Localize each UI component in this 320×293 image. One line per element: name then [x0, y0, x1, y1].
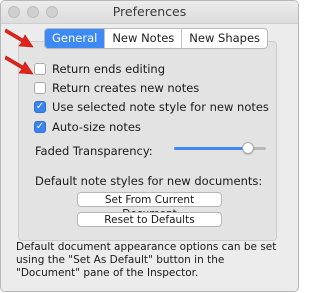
preferences-tab-bar: General New Notes New Shapes — [44, 28, 269, 49]
option-label: Auto-size notes — [52, 120, 141, 134]
option-auto-size-notes[interactable]: ✓ Auto-size notes — [34, 119, 141, 135]
annotation-arrow-icon — [4, 55, 34, 75]
title-bar: Preferences — [1, 1, 298, 24]
slider-knob[interactable] — [241, 142, 254, 154]
auto-size-notes-checkbox[interactable]: ✓ — [34, 121, 46, 133]
footer-help-text: Default document appearance options can … — [16, 241, 277, 279]
slider-fill — [174, 147, 248, 150]
window-title: Preferences — [112, 4, 187, 19]
preferences-window: Preferences General New Notes New Shapes… — [0, 0, 299, 292]
reset-to-defaults-button[interactable]: Reset to Defaults — [77, 212, 222, 227]
option-use-selected-note-style[interactable]: ✓ Use selected note style for new notes — [34, 99, 269, 115]
option-label: Return ends editing — [52, 62, 165, 76]
tab-new-shapes[interactable]: New Shapes — [182, 29, 267, 48]
return-creates-new-notes-checkbox[interactable] — [34, 82, 46, 94]
option-return-ends-editing[interactable]: Return ends editing — [34, 61, 165, 77]
tab-new-notes[interactable]: New Notes — [105, 29, 183, 48]
option-return-creates-new-notes[interactable]: Return creates new notes — [34, 80, 199, 96]
option-label: Return creates new notes — [52, 81, 200, 95]
tab-general[interactable]: General — [45, 29, 106, 48]
use-selected-note-style-checkbox[interactable]: ✓ — [34, 101, 46, 113]
faded-transparency-slider[interactable] — [174, 142, 266, 154]
default-styles-heading: Default note styles for new documents: — [35, 174, 263, 188]
set-from-current-document-button[interactable]: Set From Current Document — [77, 192, 222, 220]
option-label: Use selected note style for new notes — [52, 100, 269, 114]
faded-transparency-label: Faded Transparency: — [35, 144, 153, 158]
annotation-arrow-icon — [4, 28, 34, 48]
